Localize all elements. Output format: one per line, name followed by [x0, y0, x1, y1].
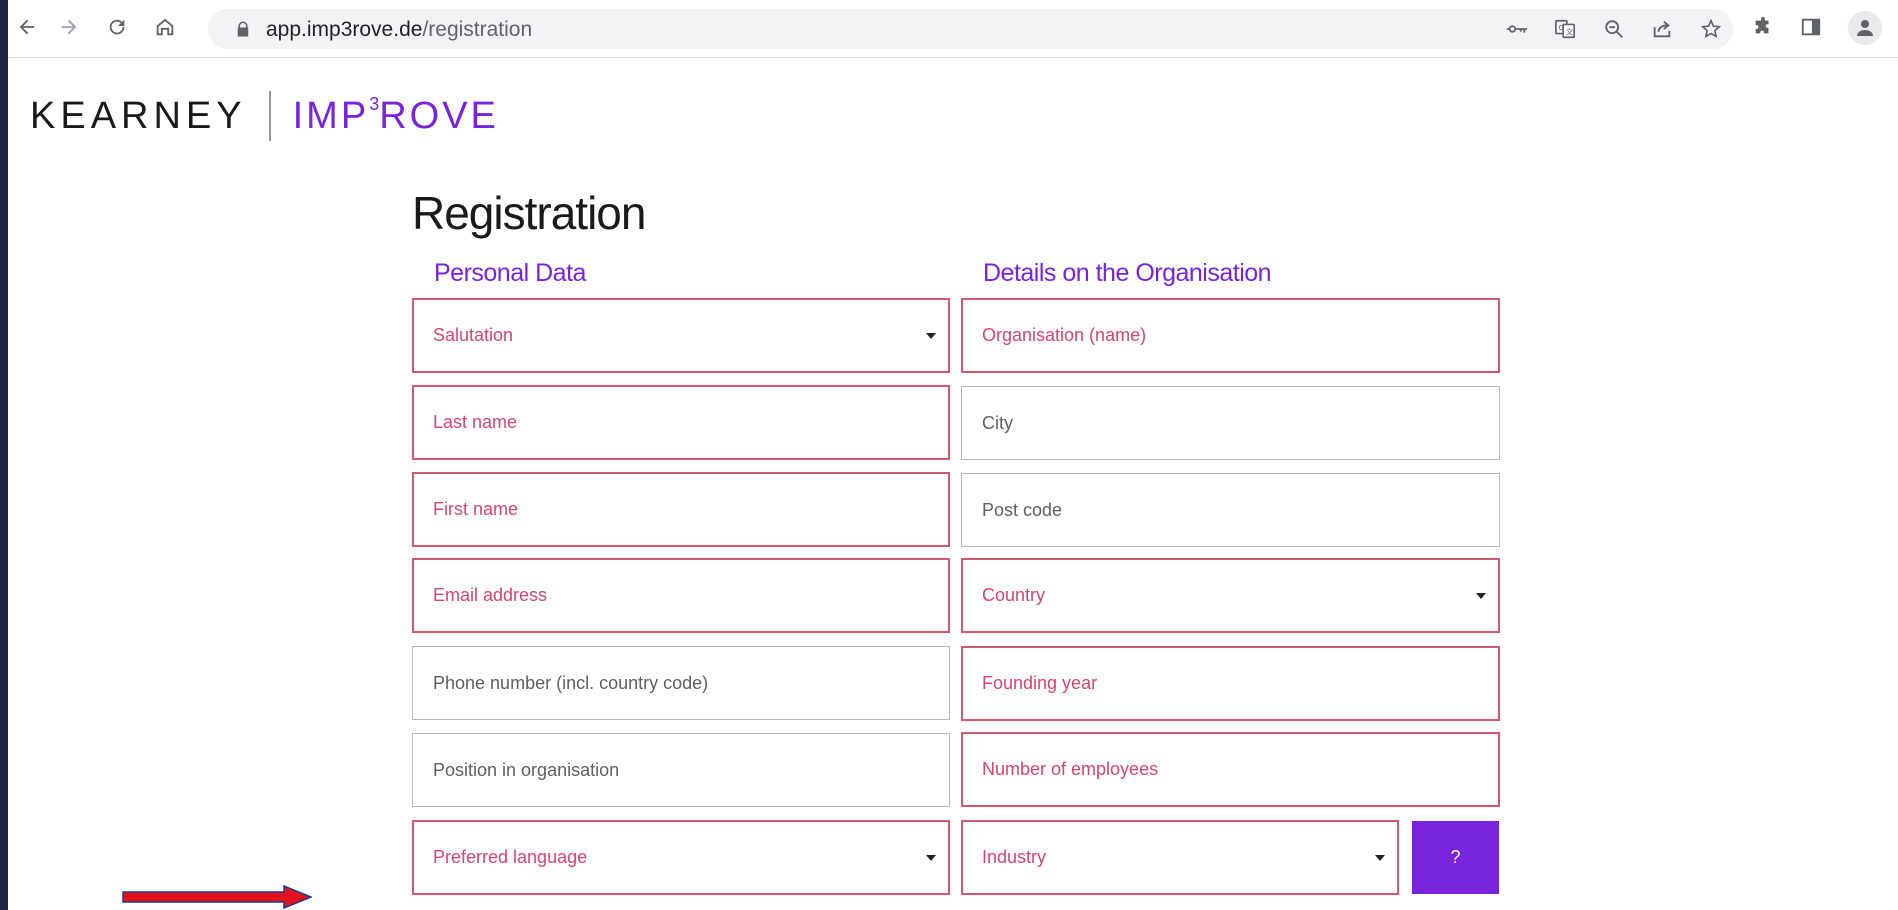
share-icon[interactable] — [1649, 16, 1675, 42]
first-name-label: First name — [433, 499, 519, 519]
position-input[interactable]: Position in organisation — [412, 733, 950, 807]
founding-year-input[interactable]: Founding year — [961, 646, 1500, 721]
home-icon[interactable] — [150, 12, 180, 42]
salutation-select[interactable]: Salutation — [412, 298, 950, 373]
city-label: City — [982, 412, 1013, 433]
founding-year-label: Founding year — [982, 673, 1098, 693]
country-label: Country — [982, 585, 1046, 605]
url-host: app.imp3rove.de — [266, 18, 423, 41]
personal-data-heading: Personal Data — [434, 259, 586, 287]
key-icon[interactable] — [1504, 16, 1530, 42]
country-select[interactable]: Country — [961, 558, 1500, 633]
position-label: Position in organisation — [433, 759, 620, 780]
reload-icon[interactable] — [102, 12, 132, 42]
browser-toolbar: app.imp3rove.de/registration G文 — [8, 0, 1898, 58]
logo-superscript: 3 — [369, 93, 380, 114]
zoom-out-icon[interactable] — [1601, 16, 1627, 42]
address-bar[interactable]: app.imp3rove.de/registration G文 — [208, 9, 1733, 49]
star-icon[interactable] — [1698, 16, 1724, 42]
url-path: /registration — [422, 18, 533, 41]
city-input[interactable]: City — [961, 386, 1500, 460]
logo-divider — [268, 91, 271, 141]
preferred-language-label: Preferred language — [433, 847, 588, 867]
organisation-heading: Details on the Organisation — [983, 259, 1272, 287]
back-arrow-icon[interactable] — [12, 12, 42, 42]
forward-arrow-icon[interactable] — [54, 12, 84, 42]
last-name-label: Last name — [433, 412, 518, 432]
kearney-improve-logo[interactable]: KEARNEY IMP3ROVE — [30, 88, 499, 144]
industry-help-button[interactable]: ? — [1412, 821, 1499, 894]
phone-label: Phone number (incl. country code) — [433, 672, 709, 693]
lock-icon[interactable] — [234, 20, 252, 38]
url-text[interactable]: app.imp3rove.de/registration — [266, 18, 532, 42]
post-code-label: Post code — [982, 499, 1063, 520]
page-title: Registration — [412, 187, 646, 239]
presentation-frame — [0, 0, 8, 910]
organisation-name-label: Organisation (name) — [982, 325, 1147, 345]
side-panel-icon[interactable] — [1796, 12, 1826, 42]
chevron-down-icon — [1375, 855, 1385, 861]
kearney-logo-text: KEARNEY — [30, 94, 247, 137]
annotation-arrow-icon — [122, 885, 312, 909]
improve-logo-text: IMP3ROVE — [292, 93, 499, 138]
profile-icon[interactable] — [1848, 11, 1882, 45]
first-name-input[interactable]: First name — [412, 472, 950, 547]
industry-select[interactable]: Industry — [961, 820, 1399, 895]
puzzle-icon[interactable] — [1748, 12, 1778, 42]
preferred-language-select[interactable]: Preferred language — [412, 820, 950, 895]
last-name-input[interactable]: Last name — [412, 385, 950, 460]
email-label: Email address — [433, 585, 548, 605]
email-input[interactable]: Email address — [412, 558, 950, 633]
chevron-down-icon — [926, 855, 936, 861]
employees-input[interactable]: Number of employees — [961, 732, 1500, 807]
chevron-down-icon — [1476, 593, 1486, 599]
employees-label: Number of employees — [982, 759, 1159, 779]
organisation-name-input[interactable]: Organisation (name) — [961, 298, 1500, 373]
phone-input[interactable]: Phone number (incl. country code) — [412, 646, 950, 720]
post-code-input[interactable]: Post code — [961, 473, 1500, 547]
salutation-label: Salutation — [433, 325, 514, 345]
svg-text:文: 文 — [1566, 28, 1574, 37]
translate-icon[interactable]: G文 — [1552, 16, 1578, 42]
logo-prefix: IMP — [292, 94, 370, 137]
svg-text:G: G — [1559, 23, 1565, 32]
industry-label: Industry — [982, 847, 1047, 867]
chevron-down-icon — [926, 333, 936, 339]
logo-suffix: ROVE — [379, 94, 499, 137]
